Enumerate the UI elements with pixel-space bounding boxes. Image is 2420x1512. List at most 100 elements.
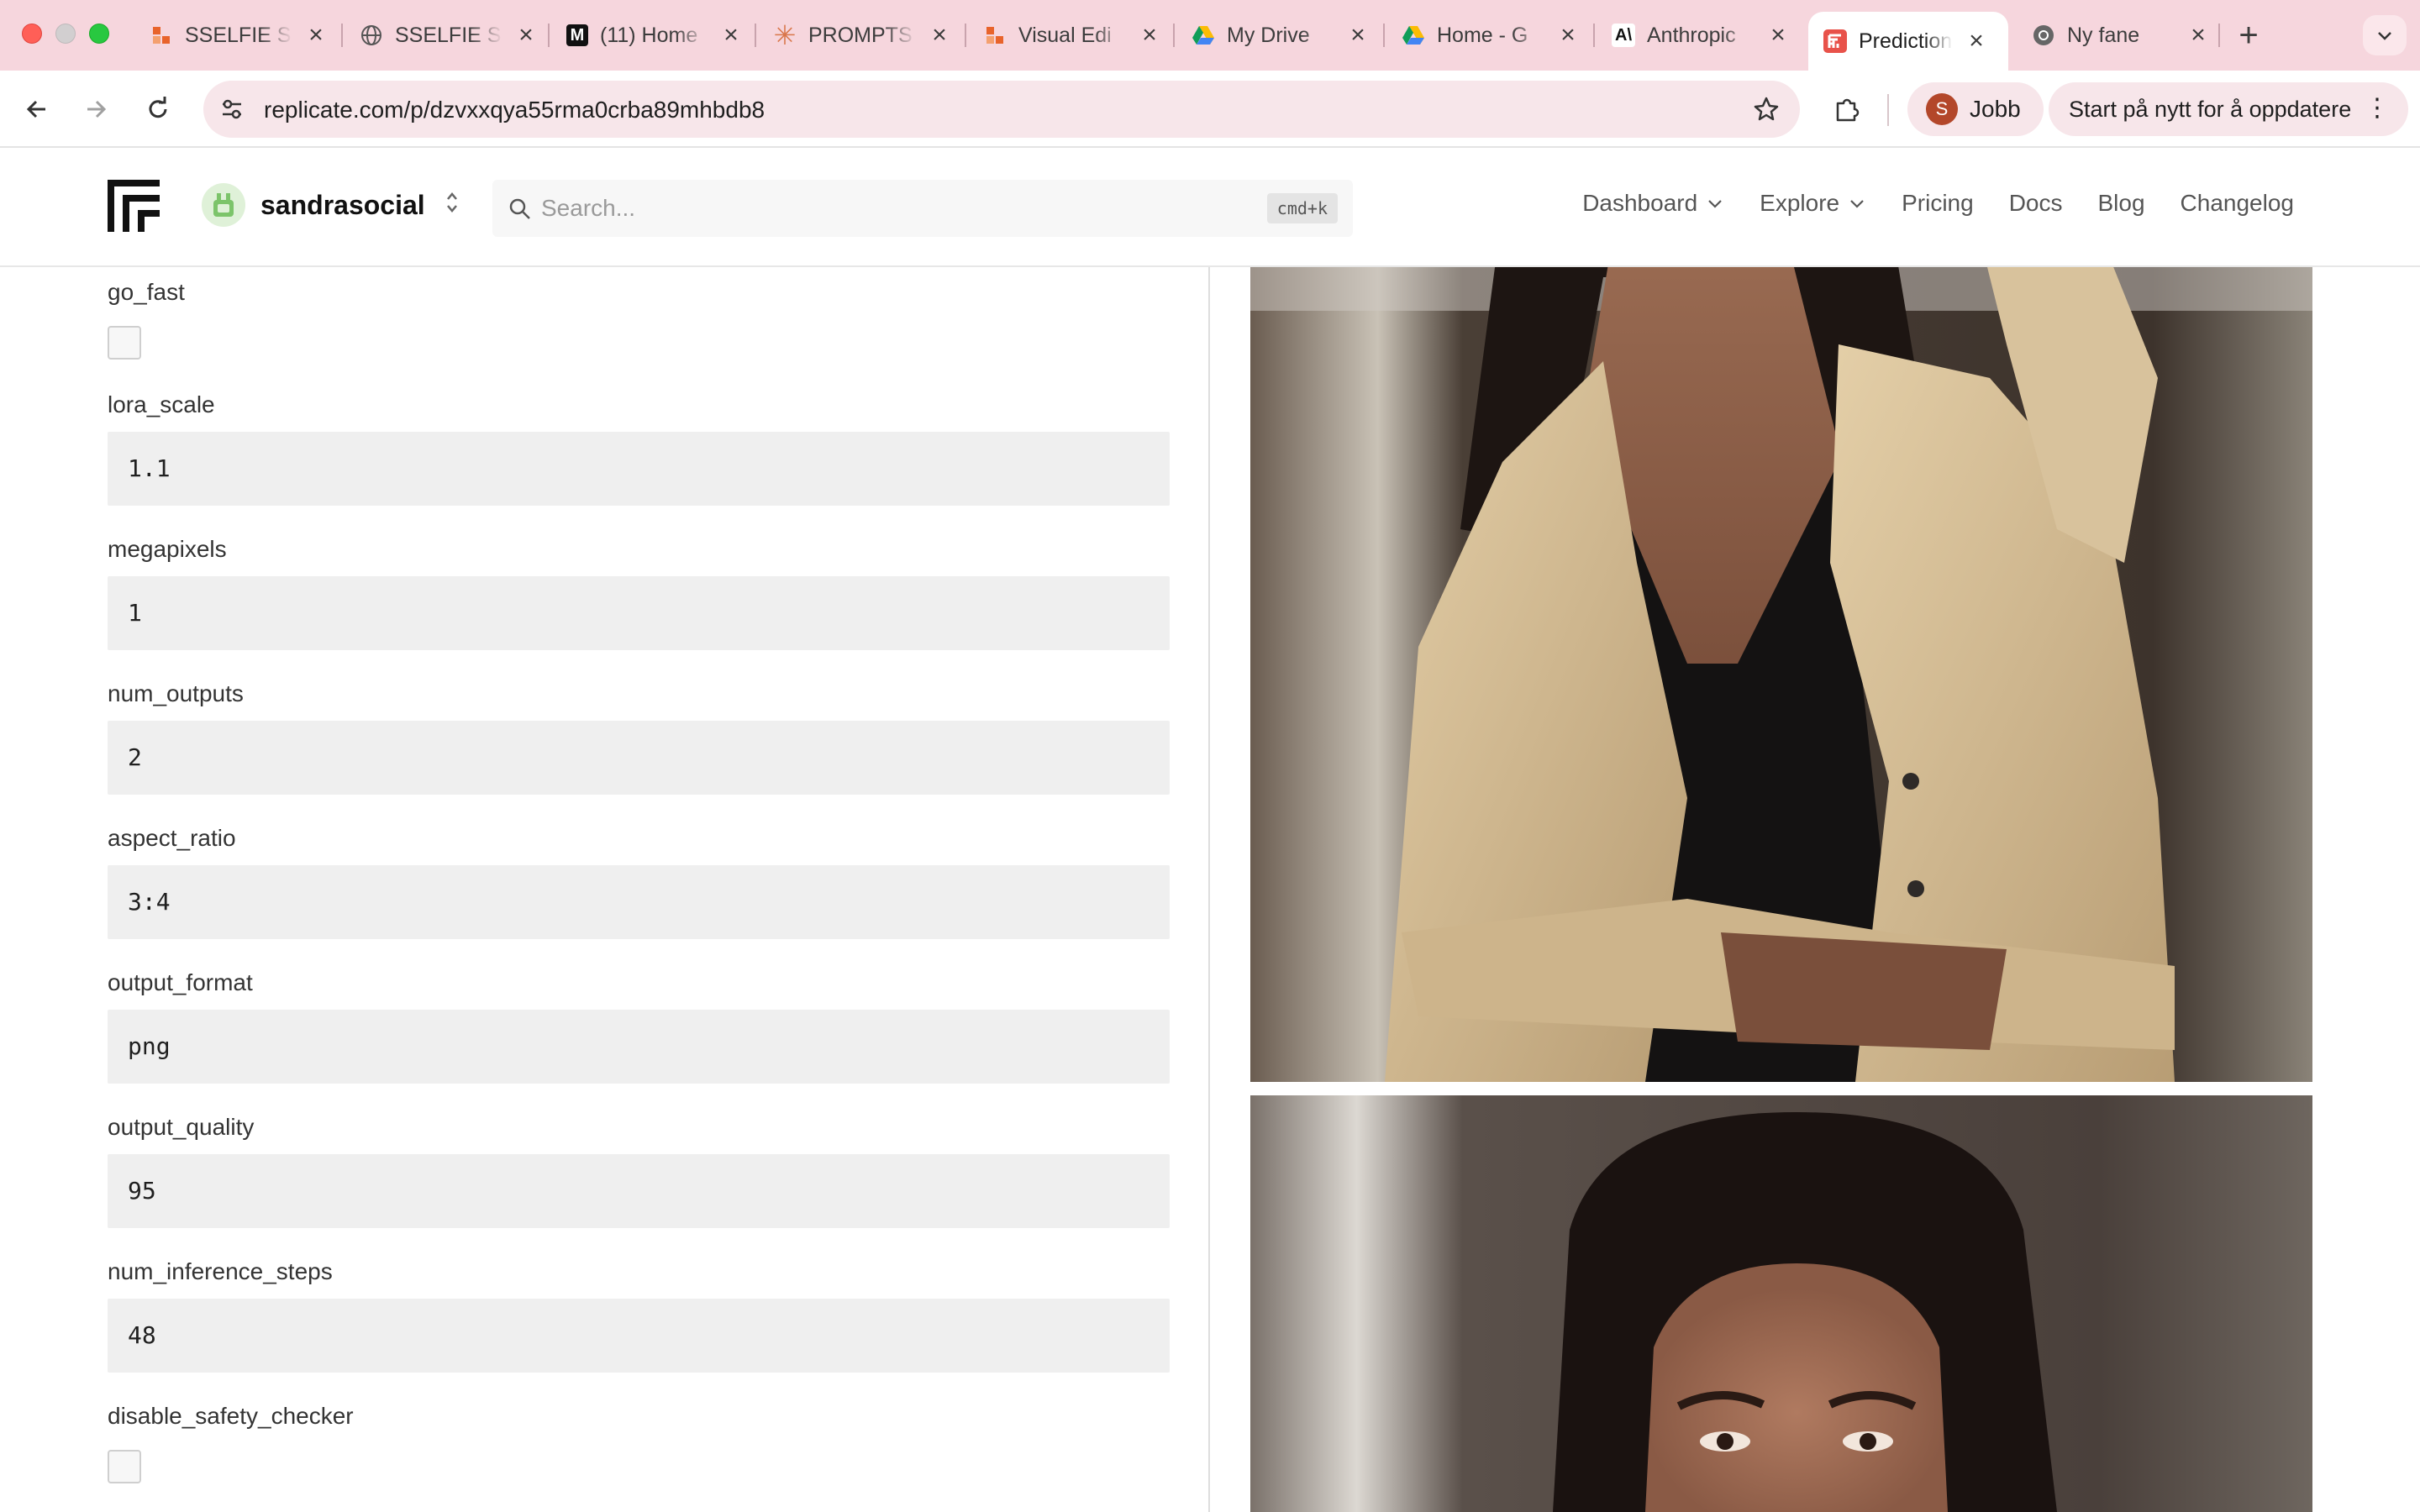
output-image-2[interactable] (1250, 1095, 2312, 1512)
output-format-input[interactable]: png (108, 1010, 1170, 1084)
browser-tab[interactable]: SSELFIE S × (134, 12, 343, 59)
account-name: sandrasocial (260, 189, 425, 220)
tab-separator (341, 24, 343, 47)
field-label-lora-scale: lora_scale (108, 391, 215, 417)
num-outputs-input[interactable]: 2 (108, 721, 1170, 795)
search-input[interactable] (541, 190, 1213, 227)
update-button[interactable]: Start på nytt for å oppdatere ⋮ (2049, 82, 2408, 136)
close-icon[interactable]: × (304, 23, 328, 48)
browser-tab[interactable]: SSELFIE S × (345, 12, 553, 59)
close-icon[interactable]: × (1138, 23, 1161, 48)
field-label-num-inference-steps: num_inference_steps (108, 1258, 333, 1284)
arrow-right-icon (87, 100, 107, 118)
arrow-left-icon (26, 100, 45, 118)
browser-tab[interactable]: Home - G × (1386, 12, 1595, 59)
bookmark-star-icon[interactable] (1749, 92, 1783, 126)
replicate-icon (1823, 29, 1847, 53)
tab-title: My Drive (1227, 23, 1310, 47)
field-label-output-format: output_format (108, 969, 253, 995)
close-icon[interactable]: × (1766, 23, 1790, 48)
nav-docs[interactable]: Docs (2009, 190, 2063, 217)
more-vert-icon[interactable]: ⋮ (2365, 96, 2390, 121)
output-quality-input[interactable]: 95 (108, 1154, 1170, 1228)
site-settings-icon[interactable] (215, 92, 249, 126)
nav-label: Explore (1760, 190, 1840, 216)
tab-title: SSELFIE S (395, 23, 502, 47)
chevron-down-icon (1850, 200, 1864, 208)
search-shortcut-badge: cmd+k (1266, 193, 1338, 223)
close-icon[interactable]: × (514, 23, 538, 48)
browser-tab[interactable]: Ny fane × (2017, 12, 2225, 59)
close-icon[interactable]: × (1346, 23, 1370, 48)
tab-strip: SSELFIE S × SSELFIE S × M (11) Home × ✳ … (0, 0, 2420, 71)
reload-button[interactable] (138, 89, 178, 129)
orange-squares-icon (983, 24, 1007, 47)
field-label-aspect-ratio: aspect_ratio (108, 825, 236, 851)
tab-title: Home - G (1437, 23, 1528, 47)
tab-title: (11) Home (600, 23, 698, 47)
nav-changelog[interactable]: Changelog (2181, 190, 2294, 217)
close-icon[interactable]: × (928, 23, 951, 48)
browser-tab[interactable]: ✳ PROMPTS × (758, 12, 966, 59)
main-nav: Dashboard Explore Pricing Docs Blog Chan… (1582, 190, 2294, 217)
aspect-ratio-input[interactable]: 3:4 (108, 865, 1170, 939)
asterisk-icon: ✳ (773, 20, 797, 50)
tab-separator (1173, 24, 1175, 47)
browser-toolbar: replicate.com/p/dzvxxqya55rma0crba89mhbd… (0, 71, 2420, 148)
browser-tab[interactable]: Visual Edi × (968, 12, 1176, 59)
field-label-disable-safety-checker: disable_safety_checker (108, 1403, 354, 1429)
address-bar[interactable]: replicate.com/p/dzvxxqya55rma0crba89mhbd… (203, 81, 1800, 138)
tab-title: Anthropic (1647, 23, 1736, 47)
chrome-icon (2032, 24, 2055, 47)
browser-tab[interactable]: A\ Anthropic × (1597, 12, 1805, 59)
nav-blog[interactable]: Blog (2098, 190, 2145, 217)
prediction-input-form: go_fast lora_scale 1.1 megapixels 1 num_… (0, 267, 1208, 1512)
new-tab-button[interactable]: + (2230, 17, 2267, 55)
close-icon[interactable]: × (719, 23, 743, 48)
globe-icon (360, 24, 383, 47)
search-box[interactable]: cmd+k (492, 180, 1353, 237)
disable-safety-checker-checkbox[interactable] (108, 1450, 141, 1483)
output-image-1-graphic (1250, 210, 2312, 1082)
reload-icon (149, 97, 167, 118)
output-image-1[interactable] (1250, 210, 2312, 1082)
profile-button[interactable]: S Jobb (1907, 82, 2044, 136)
browser-tab-active[interactable]: Prediction × (1808, 12, 2008, 71)
close-icon[interactable]: × (1556, 23, 1580, 48)
account-switcher[interactable]: sandrasocial (202, 183, 460, 227)
tab-separator (548, 24, 550, 47)
field-label-go-fast: go_fast (108, 279, 185, 305)
tab-separator (1593, 24, 1595, 47)
minimize-window-button[interactable] (55, 24, 76, 44)
num-inference-steps-input[interactable]: 48 (108, 1299, 1170, 1373)
lora-scale-input[interactable]: 1.1 (108, 432, 1170, 506)
tab-separator (1383, 24, 1385, 47)
drive-icon (1192, 24, 1215, 47)
avatar: S (1926, 93, 1958, 125)
browser-tab[interactable]: My Drive × (1176, 12, 1385, 59)
browser-tab[interactable]: M (11) Home × (551, 12, 758, 59)
close-window-button[interactable] (22, 24, 42, 44)
back-button[interactable] (17, 89, 57, 129)
maximize-window-button[interactable] (89, 24, 109, 44)
account-avatar-icon (202, 183, 245, 227)
forward-button[interactable] (76, 89, 116, 129)
tab-search-button[interactable] (2363, 15, 2407, 55)
nav-dashboard[interactable]: Dashboard (1582, 190, 1724, 217)
replicate-logo[interactable] (106, 178, 161, 234)
site-header: sandrasocial cmd+k Dashboard Explore Pri… (0, 150, 2420, 267)
go-fast-checkbox[interactable] (108, 326, 141, 360)
tab-separator (2218, 24, 2220, 47)
nav-label: Dashboard (1582, 190, 1698, 216)
m-logo-icon: M (566, 24, 588, 46)
nav-explore[interactable]: Explore (1760, 190, 1866, 217)
megapixels-input[interactable]: 1 (108, 576, 1170, 650)
close-icon[interactable]: × (1965, 29, 1988, 54)
extensions-button[interactable] (1827, 89, 1867, 129)
chevron-down-icon (2378, 32, 2391, 40)
puzzle-icon (1836, 98, 1860, 122)
nav-pricing[interactable]: Pricing (1902, 190, 1974, 217)
tab-title: PROMPTS (808, 23, 913, 47)
close-icon[interactable]: × (2186, 23, 2210, 48)
search-icon (509, 198, 530, 219)
